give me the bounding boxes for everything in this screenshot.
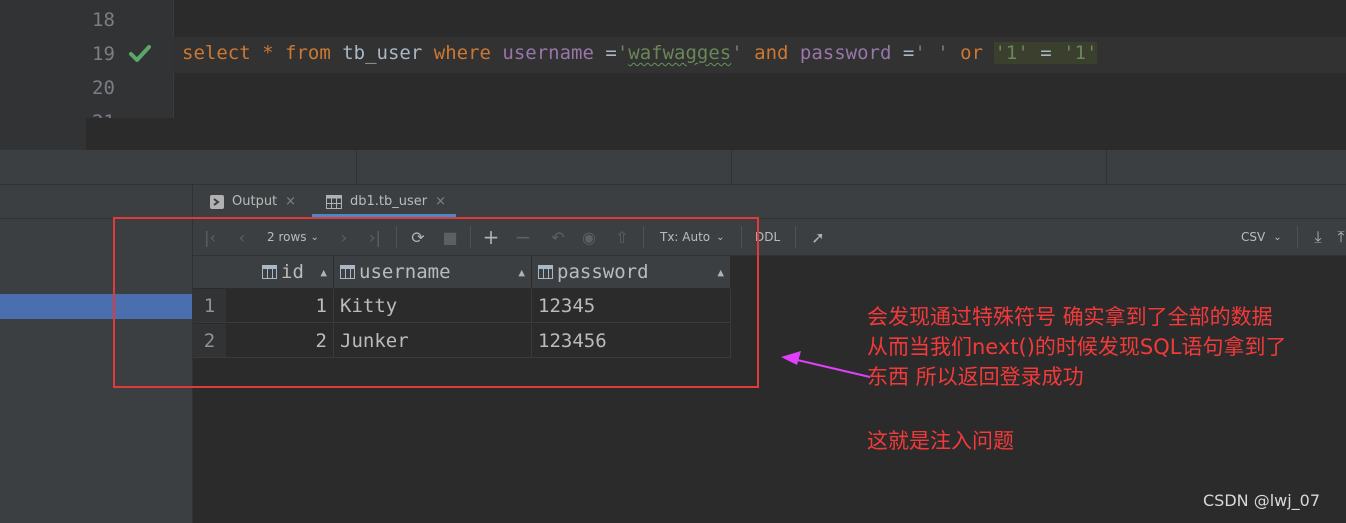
annotation-line: 东西 所以返回登录成功: [867, 365, 1084, 389]
toolbar-separator: [1297, 226, 1298, 248]
kw-where: where: [433, 42, 491, 64]
tab-output[interactable]: Output ×: [210, 185, 296, 218]
sql-editor[interactable]: [0, 0, 1346, 150]
csv-label: CSV: [1241, 230, 1266, 244]
annotation-text: 会发现通过特殊符号 确实拿到了全部的数据 从而当我们next()的时候发现SQL…: [867, 302, 1337, 392]
kw-and: and: [754, 42, 789, 64]
annotation-line: 会发现通过特殊符号 确实拿到了全部的数据: [867, 305, 1273, 329]
annotation-conclusion: 这就是注入问题: [867, 429, 1014, 453]
sql-quote: ': [616, 42, 629, 64]
upload-icon[interactable]: ⤒: [1336, 219, 1346, 255]
chevron-down-icon: ⌄: [1273, 231, 1282, 243]
toolbar-separator: [795, 226, 796, 248]
line-number-18: 18: [92, 9, 115, 31]
export-format-dropdown[interactable]: CSV ⌄: [1241, 219, 1282, 255]
sql-password-value: ' ': [914, 42, 949, 64]
tab-output-label: Output: [232, 194, 278, 209]
splitter-cell: [0, 150, 357, 184]
kw-from: from: [285, 42, 331, 64]
table-icon: [326, 194, 342, 209]
line-number-19: 19: [92, 43, 115, 65]
sql-password-column: password: [799, 42, 892, 64]
editor-left-strip: [0, 0, 86, 150]
close-icon[interactable]: ×: [435, 194, 446, 209]
console-icon: [210, 194, 224, 209]
splitter-cell: [732, 150, 1107, 184]
sql-literal: '1': [1063, 42, 1098, 64]
sql-username-value: wafwagges: [628, 42, 732, 64]
sql-eq: =: [605, 42, 617, 64]
watermark: CSDN @lwj_07: [1203, 491, 1321, 510]
sql-literal: '1': [994, 42, 1029, 64]
annotation-line: 从而当我们next()的时候发现SQL语句拿到了: [867, 335, 1287, 359]
line-number-20: 20: [92, 77, 115, 99]
kw-or: or: [960, 42, 984, 64]
sql-table-name: tb_user: [342, 42, 423, 64]
pin-icon[interactable]: ➚: [807, 219, 829, 255]
line-number-21: 21: [92, 111, 122, 118]
kw-select: select: [182, 42, 251, 64]
check-icon[interactable]: [128, 43, 152, 65]
annotation-highlight-box: [113, 217, 759, 388]
annotation-arrow: [781, 351, 871, 378]
sql-username-column: username: [502, 42, 594, 64]
sql-star: *: [262, 42, 274, 64]
sql-eq: =: [1040, 42, 1052, 64]
download-icon[interactable]: ⤓: [1307, 219, 1329, 255]
close-icon[interactable]: ×: [285, 194, 296, 209]
sql-code-line[interactable]: select * from tb_user where username ='w…: [182, 42, 1098, 64]
sql-injected-condition: '1' = '1': [994, 42, 1098, 64]
sql-eq: =: [902, 42, 915, 64]
tab-db1-label: db1.tb_user: [350, 194, 428, 209]
splitter-cell: [357, 150, 732, 184]
sql-quote: ': [731, 42, 743, 64]
services-tree-header: [0, 185, 192, 219]
